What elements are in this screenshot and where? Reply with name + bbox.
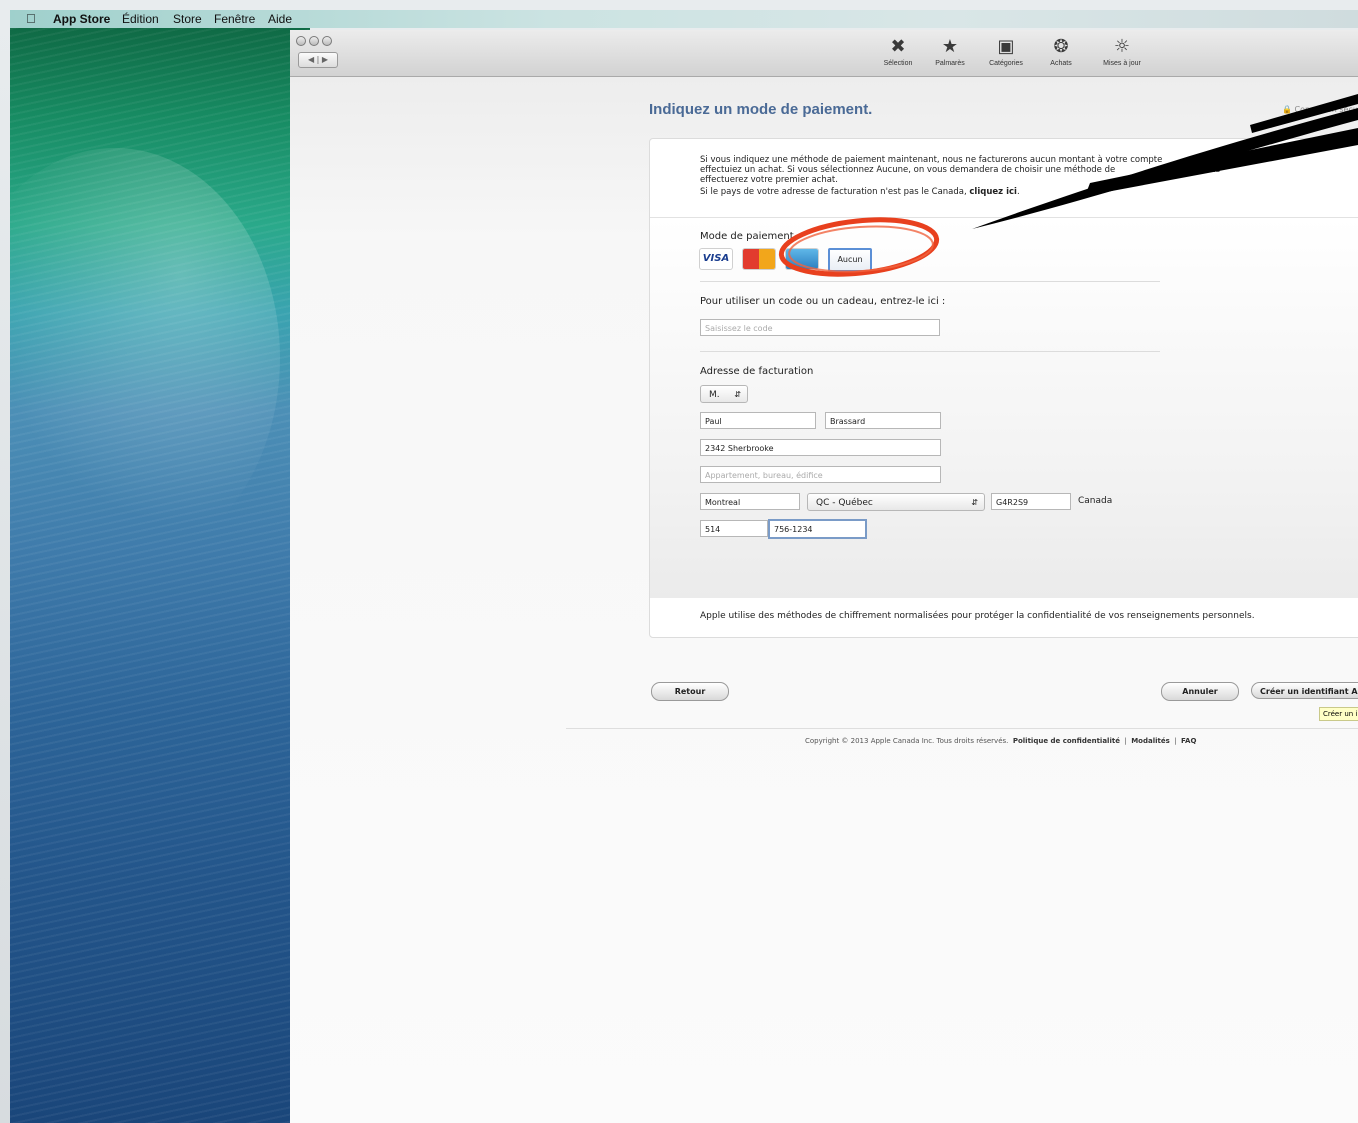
none-payment-option[interactable]: Aucun	[828, 248, 872, 272]
menu-aide[interactable]: Aide	[268, 12, 292, 26]
purchases-tag-icon: ❂	[1053, 36, 1069, 57]
phone-input[interactable]: 756-1234	[768, 519, 867, 539]
intro-line-2: effectuiez un achat. Si vous sélectionne…	[700, 165, 1116, 175]
form-area	[650, 217, 1358, 598]
intro-text: Si vous indiquez une méthode de paiement…	[700, 155, 1340, 197]
footer-separator	[566, 728, 1358, 729]
stepper-arrows-icon: ⇵	[734, 390, 741, 399]
copyright-text: Copyright © 2013 Apple Canada Inc. Tous …	[805, 737, 1009, 745]
menu-fenetre[interactable]: Fenêtre	[214, 12, 255, 26]
area-code-input[interactable]: 514	[700, 520, 768, 537]
secure-connection: 🔒 Connexion sécu	[1282, 105, 1358, 114]
title-select-value: M.	[709, 390, 720, 400]
intro-line-1-end: que vous	[1213, 155, 1252, 165]
back-arrow-icon[interactable]: ◀	[308, 55, 314, 64]
back-button[interactable]: Retour	[651, 682, 729, 701]
cancel-button[interactable]: Annuler	[1161, 682, 1239, 701]
gift-code-input[interactable]: Saisissez le code	[700, 319, 940, 336]
apple-menu-icon[interactable]: 	[26, 11, 36, 26]
toolbar-achats-label: Achats	[1050, 60, 1072, 67]
categories-icon: ▣	[997, 36, 1015, 57]
city-input[interactable]: Montreal	[700, 493, 800, 510]
wave-highlight	[10, 148, 280, 568]
separator	[700, 351, 1160, 352]
menu-bar:  App Store Édition Store Fenêtre Aide	[10, 10, 1358, 28]
toolbar-palmares[interactable]: ★ Palmarès	[926, 36, 974, 67]
desktop-wallpaper	[10, 28, 310, 1123]
updates-icon: ☼	[1113, 36, 1131, 57]
intro-country: Si le pays de votre adresse de facturati…	[700, 187, 967, 197]
street-input[interactable]: 2342 Sherbrooke	[700, 439, 941, 456]
privacy-policy-link[interactable]: Politique de confidentialité	[1013, 737, 1120, 745]
country-label: Canada	[1078, 496, 1113, 506]
app-store-window: ◀ | ▶ ✖ Sélection ★ Palmarès ▣ Catégorie…	[290, 30, 1358, 1123]
secure-connection-label: Connexion sécu	[1294, 105, 1358, 114]
create-button-tooltip: Créer un i	[1319, 707, 1358, 721]
intro-line-1: Si vous indiquez une méthode de paiement…	[700, 155, 1163, 165]
lock-icon: 🔒	[1282, 105, 1292, 114]
intro-line-2-end: lorsque vous	[1165, 165, 1221, 175]
toolbar-selection[interactable]: ✖ Sélection	[874, 36, 922, 67]
province-select-value: QC - Québec	[816, 498, 873, 508]
page-title: Indiquez un mode de paiement.	[649, 101, 873, 118]
change-country-link[interactable]: cliquez ici	[969, 187, 1017, 197]
amex-option[interactable]	[786, 249, 818, 269]
menu-app-store[interactable]: App Store	[53, 12, 110, 26]
terms-link[interactable]: Modalités	[1131, 737, 1170, 745]
close-window-button[interactable]	[296, 36, 306, 46]
stepper-arrows-icon: ⇵	[971, 498, 978, 507]
create-apple-id-button[interactable]: Créer un identifiant Ap	[1251, 682, 1358, 699]
footer: Copyright © 2013 Apple Canada Inc. Tous …	[805, 737, 1197, 745]
title-select[interactable]: M. ⇵	[700, 385, 748, 403]
billing-address-label: Adresse de facturation	[700, 366, 814, 377]
toolbar-categories[interactable]: ▣ Catégories	[982, 36, 1030, 67]
apartment-input[interactable]: Appartement, bureau, édifice	[700, 466, 941, 483]
last-name-input[interactable]: Brassard	[825, 412, 941, 429]
postal-code-input[interactable]: G4R2S9	[991, 493, 1071, 510]
minimize-window-button[interactable]	[309, 36, 319, 46]
zoom-window-button[interactable]	[322, 36, 332, 46]
back-forward-buttons[interactable]: ◀ | ▶	[298, 52, 338, 68]
province-select[interactable]: QC - Québec ⇵	[807, 493, 985, 511]
toolbar-selection-label: Sélection	[883, 60, 913, 67]
menu-store[interactable]: Store	[173, 12, 202, 26]
tools-icon: ✖	[890, 36, 906, 57]
mastercard-option[interactable]	[743, 249, 775, 269]
star-icon: ★	[941, 36, 959, 57]
visa-option[interactable]: VISA	[700, 249, 732, 269]
toolbar-categories-label: Catégories	[989, 60, 1023, 67]
forward-arrow-icon[interactable]: ▶	[322, 55, 328, 64]
toolbar-achats[interactable]: ❂ Achats	[1037, 36, 1085, 67]
menu-edition[interactable]: Édition	[122, 12, 159, 26]
screen:  App Store Édition Store Fenêtre Aide ◀…	[10, 10, 1358, 1123]
store-content: Indiquez un mode de paiement. 🔒 Connexio…	[290, 77, 1358, 1123]
toolbar-updates-label: Mises à jour	[1103, 60, 1141, 67]
privacy-note: Apple utilise des méthodes de chiffremen…	[700, 611, 1255, 621]
gift-code-label: Pour utiliser un code ou un cadeau, entr…	[700, 296, 946, 307]
payment-card-panel: Si vous indiquez une méthode de paiement…	[649, 138, 1358, 638]
payment-method-label: Mode de paiement	[700, 231, 794, 242]
intro-line-3: effectuerez votre premier achat.	[700, 175, 838, 185]
faq-link[interactable]: FAQ	[1181, 737, 1196, 745]
separator	[700, 281, 1160, 282]
toolbar-palmares-label: Palmarès	[935, 60, 965, 67]
window-titlebar: ◀ | ▶ ✖ Sélection ★ Palmarès ▣ Catégorie…	[290, 30, 1358, 77]
first-name-input[interactable]: Paul	[700, 412, 816, 429]
toolbar-updates[interactable]: ☼ Mises à jour	[1098, 36, 1146, 67]
